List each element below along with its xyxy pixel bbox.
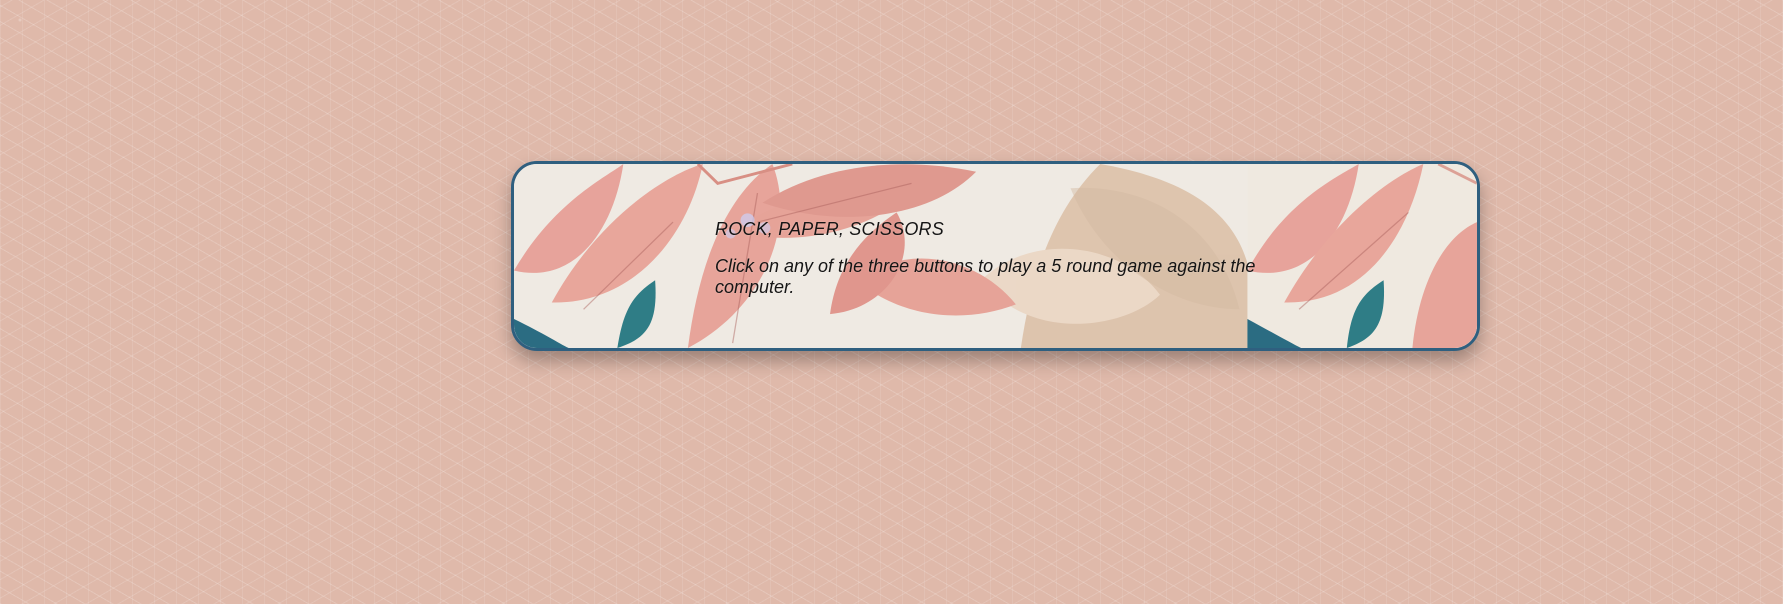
right-leaf-cluster — [1247, 164, 1477, 348]
game-instructions: Click on any of the three buttons to pla… — [715, 256, 1256, 297]
intro-banner: ROCK, PAPER, SCISSORS Click on any of th… — [511, 161, 1480, 351]
banner-text: ROCK, PAPER, SCISSORS Click on any of th… — [715, 219, 1275, 298]
game-title: ROCK, PAPER, SCISSORS — [715, 219, 944, 239]
